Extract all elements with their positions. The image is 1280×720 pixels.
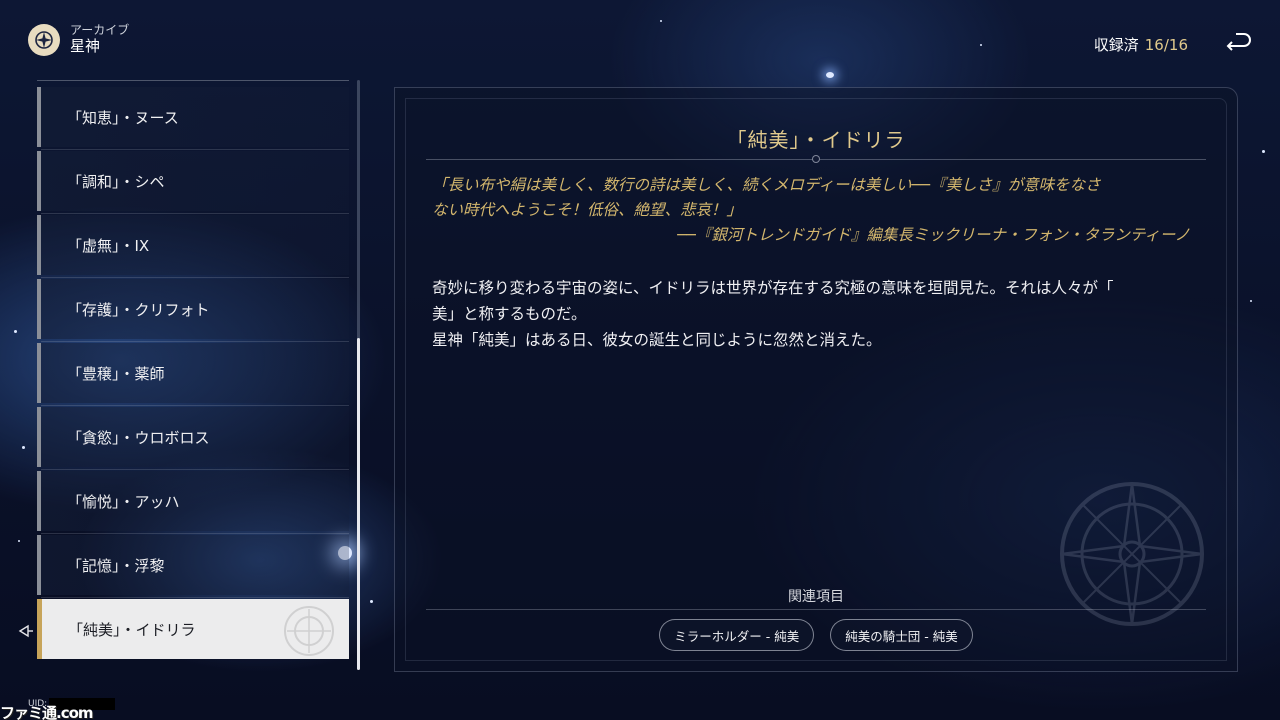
- detail-panel: 「純美」・イドリラ 「長い布や絹は美しく、数行の詩は美しく、続くメロディーは美し…: [394, 87, 1238, 672]
- list-item-label: 「豊穣」・薬師: [67, 364, 165, 383]
- list-item[interactable]: 「記憶」・浮黎: [37, 535, 349, 598]
- quote-source: ──『銀河トレンドガイド』編集長ミックリーナ・フォン・タランティーノ: [677, 226, 1190, 244]
- divider-ornament: [812, 155, 820, 163]
- list-item[interactable]: 「調和」・シペ: [37, 151, 349, 214]
- back-arrow-icon: [1226, 33, 1251, 51]
- related-tag-mirror-holder[interactable]: ミラーホルダー - 純美: [659, 619, 815, 651]
- archive-star-icon: [28, 24, 60, 56]
- list-item-selected[interactable]: 「純美」・イドリラ: [37, 599, 349, 659]
- star: [370, 600, 373, 603]
- list-item[interactable]: 「豊穣」・薬師: [37, 343, 349, 406]
- collection-status: 収録済 16/16: [1094, 34, 1188, 55]
- page-title: 星神: [70, 37, 101, 56]
- archive-header: アーカイブ 星神: [28, 24, 129, 56]
- star: [14, 330, 17, 333]
- collected-count: 16/16: [1144, 36, 1188, 54]
- list-item[interactable]: 「愉悦」・アッハ: [37, 471, 349, 534]
- detail-title: 「純美」・イドリラ: [726, 128, 906, 152]
- beauty-emblem-icon: [284, 606, 334, 656]
- list-item[interactable]: 「存護」・クリフォト: [37, 279, 349, 342]
- list-item-label: 「存護」・クリフォト: [67, 300, 210, 319]
- related-divider: [426, 609, 1206, 610]
- watermark: ファミ通.com: [0, 704, 94, 720]
- list-item-label: 「調和」・シペ: [67, 172, 165, 191]
- quote-line: ない時代へようこそ！低俗、絶望、悲哀！」: [432, 201, 743, 219]
- description-text: 奇妙に移り変わる宇宙の姿に、イドリラは世界が存在する究極の意味を垣間見た。それは…: [432, 275, 1212, 353]
- star: [826, 72, 834, 78]
- star: [980, 44, 982, 46]
- collected-label: 収録済: [1093, 36, 1139, 54]
- quote-line: 「長い布や絹は美しく、数行の詩は美しく、続くメロディーは美しい──『美しさ』が意…: [432, 176, 1101, 194]
- list-item-label: 「貪慾」・ウロボロス: [67, 428, 210, 447]
- title-divider: [426, 155, 1206, 163]
- deity-list[interactable]: 「知恵」・ヌース 「調和」・シペ 「虚無」・IX 「存護」・クリフォト 「豊穣」…: [37, 80, 349, 666]
- star: [660, 20, 662, 22]
- related-items-label: 関連項目: [788, 589, 844, 605]
- scrollbar-thumb[interactable]: [357, 338, 360, 670]
- selection-pointer-icon: [18, 624, 33, 638]
- list-item-label: 「記憶」・浮黎: [67, 556, 165, 575]
- detail-panel-inner: 「純美」・イドリラ 「長い布や絹は美しく、数行の詩は美しく、続くメロディーは美し…: [405, 98, 1227, 661]
- list-item-label: 「純美」・イドリラ: [68, 620, 196, 639]
- list-item[interactable]: 「貪慾」・ウロボロス: [37, 407, 349, 470]
- list-item[interactable]: 「虚無」・IX: [37, 215, 349, 278]
- list-item-label: 「愉悦」・アッハ: [67, 492, 180, 511]
- description-line: 星神「純美」はある日、彼女の誕生と同じように忽然と消えた。: [432, 331, 882, 349]
- list-item-label: 「虚無」・IX: [67, 236, 150, 255]
- back-button[interactable]: [1222, 28, 1254, 60]
- quote-text: 「長い布や絹は美しく、数行の詩は美しく、続くメロディーは美しい──『美しさ』が意…: [432, 173, 1212, 223]
- star: [1262, 150, 1265, 153]
- description-line: 美」と称するものだ。: [432, 305, 587, 323]
- list-item[interactable]: 「知恵」・ヌース: [37, 87, 349, 150]
- star: [22, 446, 25, 449]
- star: [1250, 300, 1252, 302]
- header-subtitle: アーカイブ: [70, 23, 130, 38]
- star: [18, 540, 20, 542]
- compass-emblem-icon: [1060, 482, 1204, 626]
- related-tag-knights-of-beauty[interactable]: 純美の騎士団 - 純美: [830, 619, 973, 651]
- related-items: ミラーホルダー - 純美 純美の騎士団 - 純美: [406, 619, 1226, 651]
- description-line: 奇妙に移り変わる宇宙の姿に、イドリラは世界が存在する究極の意味を垣間見た。それは…: [432, 279, 1114, 297]
- list-item-label: 「知恵」・ヌース: [67, 108, 179, 127]
- list-scrollbar[interactable]: [357, 80, 360, 670]
